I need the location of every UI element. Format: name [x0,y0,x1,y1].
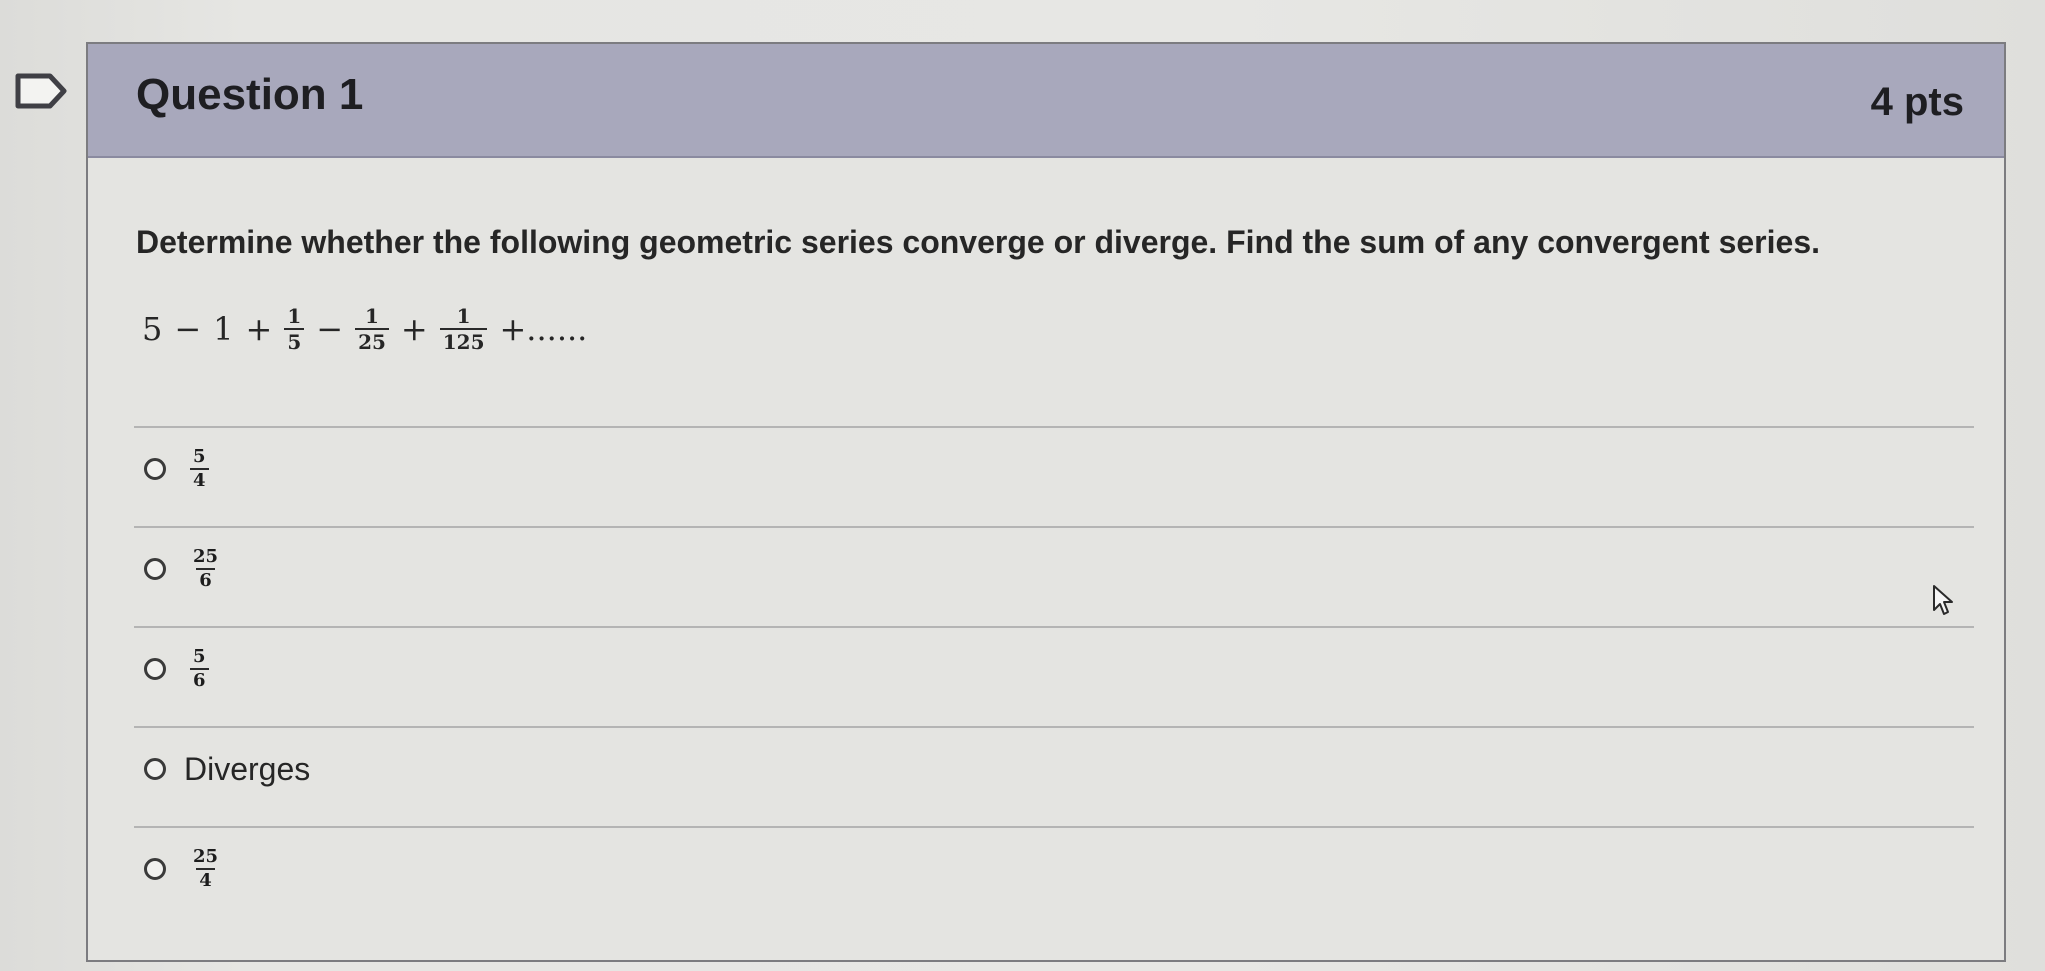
fraction-denominator: 25 [355,328,389,352]
fraction-numerator: 1 [287,304,302,328]
answer-option[interactable]: 5 6 [144,634,215,704]
answer-option[interactable]: 5 4 [144,434,215,504]
fraction-denominator: 125 [439,328,488,352]
question-points: 4 pts [1870,80,1964,124]
fraction-numerator: 1 [456,304,471,328]
option-label: Diverges [184,750,311,787]
series-operator: − [316,310,344,348]
series-operator: + [400,310,428,348]
option-fraction: 25 4 [190,848,221,890]
option-fraction: 25 6 [190,548,221,590]
option-divider [134,526,1974,528]
page: Question 1 4 pts Determine whether the f… [0,0,2045,971]
flag-icon[interactable] [14,70,70,112]
fraction-denominator: 6 [196,568,215,590]
question-header: Question 1 4 pts [88,44,2004,158]
series-ellipsis: +...... [499,310,588,348]
fraction-denominator: 5 [284,328,305,352]
fraction-denominator: 4 [190,468,209,490]
option-fraction: 5 6 [190,648,209,690]
mouse-pointer-icon [1933,585,1953,615]
series-operator: − [174,310,202,348]
fraction-numerator: 25 [193,546,219,567]
fraction-numerator: 5 [193,446,206,467]
series-fraction: 1 125 [439,304,488,352]
option-divider [134,426,1974,428]
series-fraction: 1 5 [284,304,305,352]
series-expression: 5 − 1 + 1 5 − 1 25 + 1 125 +...... [136,299,593,359]
radio-icon[interactable] [144,758,166,780]
option-fraction: 5 4 [190,448,209,490]
option-divider [134,826,1974,828]
fraction-numerator: 5 [193,646,206,667]
radio-icon[interactable] [144,558,166,580]
fraction-denominator: 6 [190,668,209,690]
series-operator: + [245,310,273,348]
answer-option[interactable]: 25 4 [144,834,227,904]
option-divider [134,626,1974,628]
option-divider [134,726,1974,728]
series-term: 1 [213,310,234,348]
answer-option[interactable]: 25 6 [144,534,227,604]
series-fraction: 1 25 [355,306,389,352]
fraction-numerator: 25 [193,846,219,867]
radio-icon[interactable] [144,658,166,680]
answer-option[interactable]: Diverges [144,734,310,804]
question-card: Question 1 4 pts Determine whether the f… [86,42,2006,962]
question-title: Question 1 [136,70,364,119]
fraction-numerator: 1 [365,304,379,328]
fraction-denominator: 4 [196,868,215,890]
radio-icon[interactable] [144,458,166,480]
series-term: 5 [142,310,163,348]
question-prompt: Determine whether the following geometri… [136,224,1820,260]
radio-icon[interactable] [144,858,166,880]
